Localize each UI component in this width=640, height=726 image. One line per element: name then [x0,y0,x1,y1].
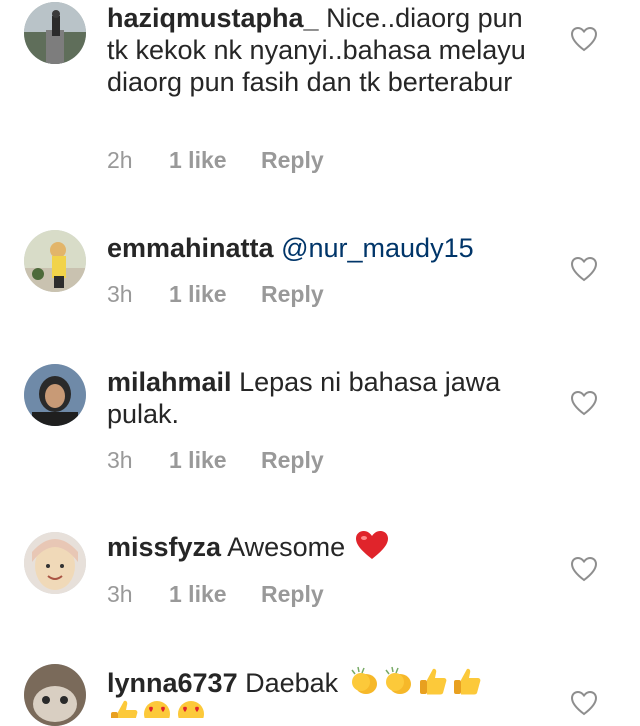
comment-likes[interactable]: 1 like [169,146,261,174]
comment-message: Daebak [245,668,339,698]
comment-item: haziqmustapha_ Nice..diaorg pun tk kekok… [0,0,640,200]
avatar[interactable] [24,364,86,426]
heart-eyes-face-icon [175,698,207,718]
comment-time: 2h [107,147,133,173]
comment-text: missfyza Awesome [107,530,547,567]
comment-username[interactable]: emmahinatta [107,233,274,263]
thumbs-up-icon [107,698,139,718]
avatar[interactable] [24,532,86,594]
comment-mention[interactable]: @nur_maudy15 [281,233,474,263]
comment-text: emmahinatta @nur_maudy15 [107,232,547,264]
reply-button[interactable]: Reply [261,280,324,308]
heart-outline-icon[interactable] [570,256,598,282]
comment-time: 3h [107,581,133,607]
comment-meta: 3h 1 like Reply [107,280,324,308]
comment-likes[interactable]: 1 like [169,580,261,608]
comment-likes[interactable]: 1 like [169,446,261,474]
reply-button[interactable]: Reply [261,580,324,608]
comment-text: haziqmustapha_ Nice..diaorg pun tk kekok… [107,2,547,98]
reply-button[interactable]: Reply [261,446,324,474]
comment-meta: 2h 1 like Reply [107,146,324,174]
avatar[interactable] [24,664,86,726]
comment-likes[interactable]: 1 like [169,280,261,308]
comment-item: lynna6737 Daebak [0,650,640,726]
comment-emoji-line [107,698,547,718]
reply-button[interactable]: Reply [261,146,324,174]
heart-outline-icon[interactable] [570,690,598,716]
comment-username[interactable]: lynna6737 [107,668,238,698]
comment-text: milahmail Lepas ni bahasa jawa pulak. [107,366,547,430]
avatar[interactable] [24,2,86,64]
comment-message: Awesome [227,532,346,562]
comment-username[interactable]: missfyza [107,532,221,562]
heart-outline-icon[interactable] [570,556,598,582]
avatar[interactable] [24,230,86,292]
comment-meta: 3h 1 like Reply [107,446,324,474]
comment-item: missfyza Awesome 3h 1 like Reply [0,520,640,650]
red-heart-icon [355,530,389,567]
heart-eyes-face-icon [141,698,173,718]
heart-outline-icon[interactable] [570,26,598,52]
comment-username[interactable]: milahmail [107,367,232,397]
comment-time: 3h [107,447,133,473]
comment-username[interactable]: haziqmustapha_ [107,3,319,33]
comment-time: 3h [107,281,133,307]
comment-meta: 3h 1 like Reply [107,580,324,608]
comment-item: milahmail Lepas ni bahasa jawa pulak. 3h… [0,350,640,520]
comment-item: emmahinatta @nur_maudy15 3h 1 like Reply [0,200,640,350]
heart-outline-icon[interactable] [570,390,598,416]
